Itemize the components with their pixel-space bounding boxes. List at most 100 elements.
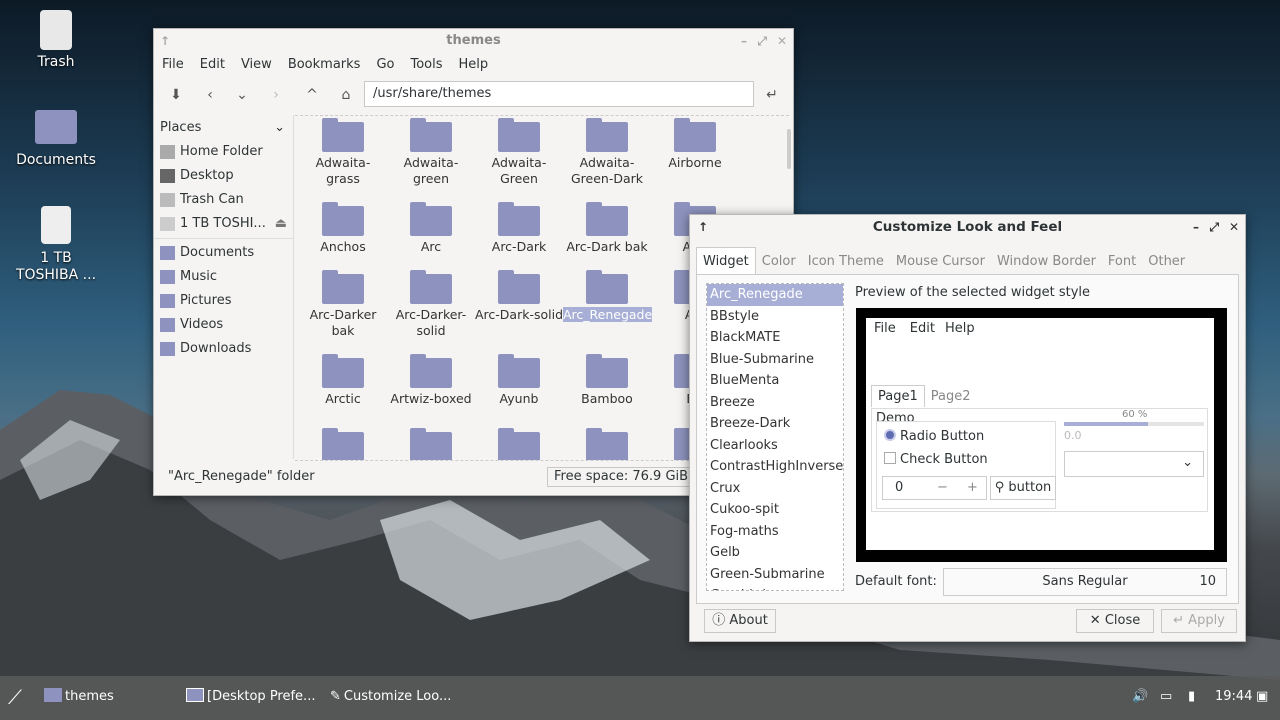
file-item[interactable]: Arctic	[299, 354, 387, 407]
file-item[interactable]	[387, 428, 475, 460]
menu-tools[interactable]: Tools	[402, 53, 450, 77]
menu-view[interactable]: View	[233, 53, 280, 77]
clock[interactable]: 19:44	[1215, 676, 1252, 720]
theme-item[interactable]: Arc_Renegade	[707, 284, 843, 306]
theme-item[interactable]: Green-Submarine	[707, 564, 843, 586]
about-button[interactable]: ⓘ About	[704, 609, 776, 633]
file-item[interactable]: Adwaita-Green	[475, 118, 563, 187]
desktop-icon-documents[interactable]: Documents	[6, 110, 106, 168]
new-tab-icon[interactable]: ⬇	[168, 87, 184, 103]
sidebar-item-trash[interactable]: Trash Can	[154, 188, 293, 212]
scrollbar[interactable]	[787, 129, 791, 169]
menu-edit[interactable]: Edit	[192, 53, 233, 77]
file-item[interactable]: Adwaita-green	[387, 118, 475, 187]
tab-window-border[interactable]: Window Border	[991, 248, 1102, 276]
theme-item[interactable]: BlueMenta	[707, 370, 843, 392]
pin-icon[interactable]: ↑	[698, 215, 708, 239]
location-bar[interactable]: /usr/share/themes	[364, 81, 754, 107]
menu-go[interactable]: Go	[368, 53, 402, 77]
theme-item[interactable]: BBstyle	[707, 306, 843, 328]
file-item[interactable]	[299, 428, 387, 460]
tab-color[interactable]: Color	[756, 248, 802, 276]
minimize-button[interactable]: –	[1193, 215, 1199, 239]
desktop-icon-drive[interactable]: 1 TB TOSHIBA ...	[6, 206, 106, 284]
sidebar-item-documents[interactable]: Documents	[154, 241, 293, 265]
sidebar-header[interactable]: Places ⌄	[154, 115, 293, 140]
file-item[interactable]: Adwaita-Green-Dark	[563, 118, 651, 187]
theme-item[interactable]: Breeze	[707, 392, 843, 414]
file-item[interactable]: Bamboo	[563, 354, 651, 407]
theme-item[interactable]: BlackMATE	[707, 327, 843, 349]
sidebar-item-drive[interactable]: 1 TB TOSHI... ⏏	[154, 212, 293, 236]
sidebar-item-downloads[interactable]: Downloads	[154, 337, 293, 361]
volume-icon[interactable]: 🔊	[1132, 676, 1148, 720]
theme-item[interactable]: Cukoo-spit	[707, 499, 843, 521]
theme-item[interactable]: Clearlooks	[707, 435, 843, 457]
title-bar[interactable]: themes ↑ – ⤢ ✕	[154, 29, 793, 53]
reload-icon[interactable]: ↵	[764, 87, 780, 103]
menu-bookmarks[interactable]: Bookmarks	[280, 53, 369, 77]
combo-box[interactable]: ⌄	[1064, 451, 1204, 477]
menu-help[interactable]: Help	[451, 53, 497, 77]
file-item[interactable]: Anchos	[299, 202, 387, 255]
tab-widget[interactable]: Widget	[696, 247, 756, 276]
font-button[interactable]: Sans Regular 10	[943, 568, 1227, 596]
file-item[interactable]: Arc-Darker bak	[299, 270, 387, 339]
task-customize[interactable]: ✎ Customize Loo...	[330, 676, 451, 720]
preview-tab-page2[interactable]: Page2	[925, 386, 977, 407]
network-icon[interactable]: ▭	[1160, 676, 1172, 720]
tab-icon-theme[interactable]: Icon Theme	[802, 248, 890, 276]
battery-icon[interactable]: ▮	[1188, 676, 1195, 720]
title-bar[interactable]: Customize Look and Feel ↑ – ⤢ ✕	[690, 215, 1245, 239]
maximize-button[interactable]: ⤢	[757, 29, 767, 53]
file-item[interactable]: Arc-Dark-solid	[475, 270, 563, 323]
preview-menu-file[interactable]: File	[870, 321, 900, 336]
file-item[interactable]: Arc_Renegade	[563, 270, 653, 323]
history-chevron-down-icon[interactable]: ⌄	[234, 87, 250, 103]
pin-icon[interactable]: ↑	[160, 29, 170, 53]
preview-menu-help[interactable]: Help	[945, 321, 975, 336]
theme-item[interactable]: ContrastHighInverse	[707, 456, 843, 478]
theme-item[interactable]: Gelb	[707, 542, 843, 564]
app-menu-icon[interactable]: ⟋	[8, 676, 22, 720]
file-item[interactable]: Ayunb	[475, 354, 563, 407]
file-item[interactable]	[475, 428, 563, 460]
close-dialog-button[interactable]: ✕ Close	[1076, 609, 1154, 633]
spin-button[interactable]: 0 − +	[882, 476, 987, 500]
sidebar-item-videos[interactable]: Videos	[154, 313, 293, 337]
tab-font[interactable]: Font	[1102, 248, 1142, 276]
sidebar-item-pictures[interactable]: Pictures	[154, 289, 293, 313]
sidebar-item-music[interactable]: Music	[154, 265, 293, 289]
sidebar-item-desktop[interactable]: Desktop	[154, 164, 293, 188]
file-item[interactable]: Adwaita-grass	[299, 118, 387, 187]
tab-other[interactable]: Other	[1142, 248, 1191, 276]
check-button[interactable]: Check Button	[884, 452, 988, 467]
desktop-icon-trash[interactable]: Trash	[6, 10, 106, 70]
theme-item[interactable]: Fog-maths	[707, 521, 843, 543]
task-themes[interactable]: themes	[44, 676, 114, 720]
maximize-button[interactable]: ⤢	[1209, 215, 1219, 239]
theme-item[interactable]: Crux	[707, 478, 843, 500]
show-desktop-icon[interactable]: ▣	[1256, 676, 1268, 720]
theme-item[interactable]: Greybird	[707, 585, 843, 590]
theme-item[interactable]: Breeze-Dark	[707, 413, 843, 435]
sidebar-item-home[interactable]: Home Folder	[154, 140, 293, 164]
home-icon[interactable]: ⌂	[338, 87, 354, 103]
task-desktop-prefs[interactable]: [Desktop Prefe...	[186, 676, 315, 720]
theme-item[interactable]: Blue-Submarine	[707, 349, 843, 371]
back-button[interactable]: ‹	[202, 87, 218, 103]
file-item[interactable]	[563, 428, 651, 460]
apply-button[interactable]: ↵ Apply	[1161, 609, 1237, 633]
file-item[interactable]: Arc-Dark bak	[563, 202, 651, 255]
demo-button[interactable]: ⚲ button	[990, 476, 1056, 500]
file-item[interactable]: Arc	[387, 202, 475, 255]
close-button[interactable]: ✕	[1229, 215, 1239, 239]
plus-icon[interactable]: +	[967, 477, 978, 499]
preview-menu-edit[interactable]: Edit	[910, 321, 935, 336]
file-item[interactable]: Artwiz-boxed	[387, 354, 475, 407]
menu-file[interactable]: File	[154, 53, 192, 77]
radio-button[interactable]: Radio Button	[884, 429, 984, 444]
spin-value[interactable]: 0	[883, 480, 903, 495]
close-button[interactable]: ✕	[777, 29, 787, 53]
up-button[interactable]: ^	[304, 87, 320, 103]
